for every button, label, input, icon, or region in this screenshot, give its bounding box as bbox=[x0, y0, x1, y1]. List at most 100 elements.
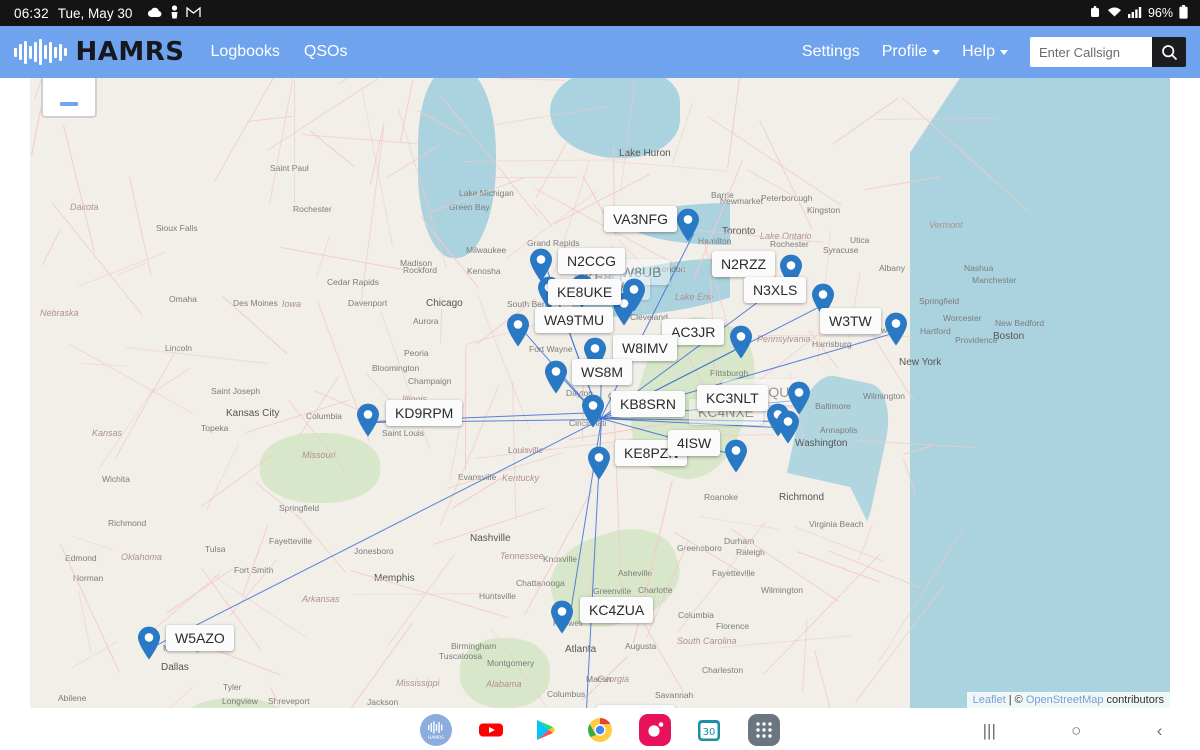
map-place-label: Saint Louis bbox=[382, 428, 425, 438]
map-place-label: Wilmington bbox=[761, 585, 804, 595]
map-place-label: Nashua bbox=[964, 263, 994, 273]
map-road bbox=[536, 141, 568, 198]
map-place-label: Tulsa bbox=[205, 544, 226, 554]
marker-ke8uke-label[interactable]: KE8UKE bbox=[548, 279, 622, 305]
nav-qsos[interactable]: QSOs bbox=[304, 43, 348, 61]
marker-kc4zua[interactable] bbox=[550, 600, 574, 634]
marker-ke8pzn[interactable] bbox=[587, 446, 611, 480]
map-pin-icon bbox=[551, 600, 573, 634]
marker-kc4zua-label[interactable]: KC4ZUA bbox=[580, 597, 654, 623]
instagram-app-icon[interactable] bbox=[638, 714, 671, 746]
recents-button[interactable]: ||| bbox=[983, 722, 996, 739]
status-bar-right: 96% bbox=[1089, 4, 1200, 22]
map-pin-icon bbox=[885, 312, 907, 346]
marker-w8imv-label[interactable]: W8IMV bbox=[613, 335, 677, 361]
map-road bbox=[386, 554, 455, 647]
map-zoom-out-button[interactable] bbox=[41, 78, 97, 118]
marker-wd4dan-label[interactable]: WD4DAN bbox=[596, 705, 675, 708]
cell-signal-icon bbox=[1127, 6, 1142, 21]
map-road bbox=[268, 78, 303, 204]
marker-w5azo-label[interactable]: W5AZO bbox=[166, 625, 234, 651]
nav-help[interactable]: Help bbox=[962, 43, 1008, 61]
alarm-icon bbox=[1089, 5, 1101, 21]
marker-4isw[interactable] bbox=[724, 439, 748, 473]
nav-settings-label: Settings bbox=[801, 43, 860, 60]
map-pin-icon bbox=[588, 446, 610, 480]
map-road bbox=[338, 622, 413, 708]
map-road bbox=[126, 346, 270, 364]
lake-michigan-water bbox=[418, 78, 496, 258]
map-place-label: Tyler bbox=[223, 682, 242, 692]
gmail-icon bbox=[186, 6, 201, 20]
app-drawer-icon[interactable] bbox=[747, 714, 780, 746]
map-place-label: Chicago bbox=[426, 298, 463, 309]
nav-help-label: Help bbox=[962, 43, 995, 60]
hamrs-app-icon[interactable]: HAMRS bbox=[420, 714, 452, 746]
play-store-app-icon[interactable] bbox=[529, 714, 562, 746]
marker-kd9rpm-label[interactable]: KD9RPM bbox=[386, 400, 463, 426]
search-input[interactable] bbox=[1030, 37, 1152, 67]
map-pin-icon bbox=[725, 439, 747, 473]
youtube-app-icon[interactable] bbox=[474, 714, 507, 746]
map-road bbox=[309, 129, 355, 167]
back-button[interactable]: ‹ bbox=[1157, 722, 1163, 739]
marker-ws8m-label[interactable]: WS8M bbox=[572, 359, 632, 385]
marker-va3nfg-label[interactable]: VA3NFG bbox=[604, 206, 677, 232]
app-header: HAMRS Logbooks QSOs Settings Profile Hel… bbox=[0, 26, 1200, 78]
map-place-label: Charleston bbox=[702, 665, 744, 675]
map-place-label: Sioux Falls bbox=[156, 223, 198, 233]
marker-kb8srn-label[interactable]: KB8SRN bbox=[611, 391, 686, 417]
brand-logo[interactable]: HAMRS bbox=[14, 37, 185, 67]
ozark-green bbox=[260, 433, 380, 503]
svg-text:HAMRS: HAMRS bbox=[428, 735, 444, 740]
map-pin-icon bbox=[545, 360, 567, 394]
marker-n3xls-label[interactable]: N3XLS bbox=[744, 277, 807, 303]
map-place-label: Omaha bbox=[169, 294, 197, 304]
marker-kc3nlt-label[interactable]: KC3NLT bbox=[697, 385, 768, 411]
marker-kd9rpm[interactable] bbox=[356, 403, 380, 437]
android-status-bar: 06:32 Tue, May 30 96% bbox=[0, 0, 1200, 26]
map-pin-icon bbox=[777, 410, 799, 444]
marker-kb8srn[interactable] bbox=[581, 394, 605, 428]
nav-profile[interactable]: Profile bbox=[882, 43, 941, 61]
home-button[interactable]: ○ bbox=[1071, 722, 1081, 739]
map-road bbox=[149, 367, 192, 395]
nav-logbooks[interactable]: Logbooks bbox=[211, 43, 280, 61]
marker-w3tw-label[interactable]: W3TW bbox=[820, 308, 881, 334]
marker-va3nfg[interactable] bbox=[676, 208, 700, 242]
marker-kc4nxe[interactable] bbox=[776, 410, 800, 444]
nav-settings[interactable]: Settings bbox=[802, 43, 860, 61]
marker-wa9tmu-label[interactable]: WA9TMU bbox=[535, 307, 614, 333]
map-place-label: Lake Erie bbox=[675, 292, 714, 302]
marker-wa9tmu[interactable] bbox=[506, 313, 530, 347]
marker-4isw-label[interactable]: 4ISW bbox=[668, 430, 721, 456]
marker-n2rzz-label[interactable]: N2RZZ bbox=[712, 251, 776, 277]
map-place-label: Kenosha bbox=[467, 266, 501, 276]
wifi-icon bbox=[1107, 6, 1122, 21]
map-place-label: Edmond bbox=[65, 553, 97, 563]
calendar-app-icon[interactable]: 30 bbox=[693, 714, 726, 746]
marker-ws8m[interactable] bbox=[544, 360, 568, 394]
map-left-gutter bbox=[0, 78, 30, 708]
marker-w3tw[interactable] bbox=[884, 312, 908, 346]
map-pin-icon bbox=[677, 208, 699, 242]
osm-link[interactable]: OpenStreetMap bbox=[1026, 694, 1104, 706]
marker-ac3jr[interactable] bbox=[729, 325, 753, 359]
map-place-label: Richmond bbox=[108, 518, 147, 528]
search-button[interactable] bbox=[1152, 37, 1186, 67]
leaflet-map[interactable]: Lake Huron Lake Michigan Saint Paul Green B… bbox=[30, 78, 1170, 708]
map-place-label: Alabama bbox=[486, 679, 522, 689]
map-place-label: Des Moines bbox=[233, 298, 278, 308]
map-attribution: Leaflet | © OpenStreetMap contributors bbox=[966, 692, 1170, 708]
marker-kc3nlt[interactable] bbox=[787, 381, 811, 415]
marker-w5azo[interactable] bbox=[137, 626, 161, 660]
map-place-label: Tuscaloosa bbox=[439, 651, 483, 661]
map-road bbox=[77, 251, 166, 287]
map-place-label: Milwaukee bbox=[466, 245, 507, 255]
map-place-label: Knoxville bbox=[543, 554, 578, 564]
map-place-label: Kentucky bbox=[502, 473, 540, 483]
map-road bbox=[114, 346, 179, 459]
marker-n2ccg-label[interactable]: N2CCG bbox=[558, 248, 626, 274]
leaflet-link[interactable]: Leaflet bbox=[973, 694, 1006, 706]
chrome-app-icon[interactable] bbox=[583, 714, 616, 746]
